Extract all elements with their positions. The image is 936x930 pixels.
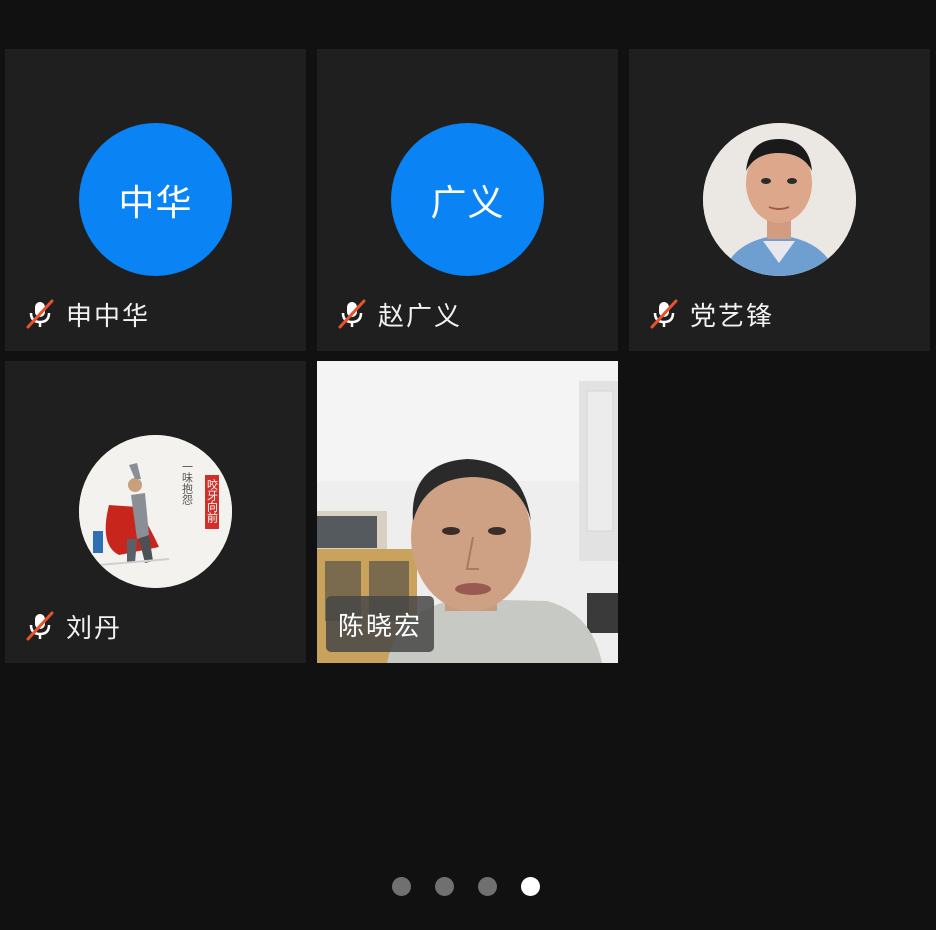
participant-label: 刘丹 — [25, 608, 122, 644]
participant-name: 申中华 — [66, 301, 151, 332]
participant-label: 党艺锋 — [649, 296, 774, 332]
participant-name: 刘丹 — [66, 613, 123, 644]
poster-text-1: 一味抱怨 — [181, 461, 194, 505]
avatar: 中华 — [79, 123, 232, 276]
participant-name: 陈晓宏 — [338, 611, 423, 642]
avatar: 一味抱怨 咬牙向前 — [79, 435, 232, 588]
participant-label: 赵广义 — [337, 296, 462, 332]
participant-name: 赵广义 — [378, 301, 463, 332]
muted-mic-icon — [26, 299, 54, 329]
participant-tile-zhao-guangyi[interactable]: 广义 赵广义 — [317, 49, 618, 351]
participant-tile-liu-dan[interactable]: 一味抱怨 咬牙向前 刘丹 — [5, 361, 306, 663]
poster-avatar-image: 一味抱怨 咬牙向前 — [79, 435, 232, 588]
avatar: 广义 — [391, 123, 544, 276]
page-dot-3[interactable] — [478, 877, 497, 896]
profile-photo — [703, 123, 856, 276]
page-dot-1[interactable] — [392, 877, 411, 896]
avatar — [703, 123, 856, 276]
poster-text-2: 咬牙向前 — [206, 478, 219, 524]
page-indicator — [392, 877, 540, 896]
participant-label: 申中华 — [25, 296, 150, 332]
muted-mic-icon — [338, 299, 366, 329]
muted-mic-icon — [650, 299, 678, 329]
participant-tile-chen-xiaohong[interactable]: 陈晓宏 — [317, 361, 618, 663]
avatar-initials: 广义 — [430, 182, 505, 224]
muted-mic-icon — [26, 611, 54, 641]
participant-tile-shen-zhonghua[interactable]: 中华 申中华 — [5, 49, 306, 351]
participant-name: 党艺锋 — [690, 301, 775, 332]
video-meeting-grid: 中华 申中华 广义 赵广义 党艺锋 一味抱怨 咬牙向前 刘丹 陈晓宏 — [0, 0, 936, 930]
participant-name-overlay: 陈晓宏 — [326, 596, 435, 652]
avatar-initials: 中华 — [118, 182, 193, 224]
participant-tile-dang-yifeng[interactable]: 党艺锋 — [629, 49, 930, 351]
page-dot-2[interactable] — [435, 877, 454, 896]
page-dot-4-active[interactable] — [521, 877, 540, 896]
